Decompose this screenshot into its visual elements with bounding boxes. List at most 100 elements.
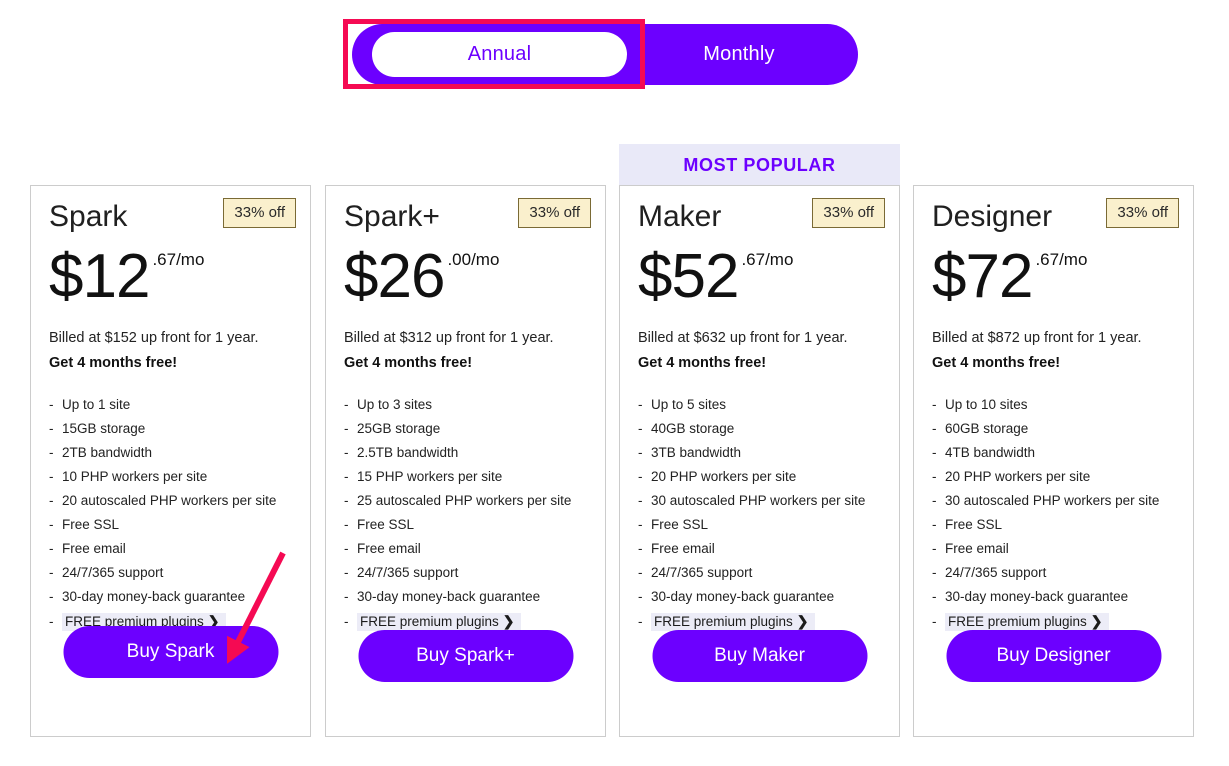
bullet-dash: - (49, 397, 54, 412)
bullet-dash: - (638, 589, 643, 604)
feature-label: 24/7/365 support (945, 565, 1047, 580)
feature-label: 20 autoscaled PHP workers per site (62, 493, 277, 508)
feature-label: 2.5TB bandwidth (357, 445, 459, 460)
card-header: Spark 33% off (31, 186, 310, 244)
feature-item: -40GB storage (638, 417, 899, 441)
bullet-dash: - (638, 445, 643, 460)
bullet-dash: - (344, 445, 349, 460)
feature-label: Free email (945, 541, 1009, 556)
feature-label: 2TB bandwidth (62, 445, 153, 460)
feature-list: - Up to 1 site -15GB storage -2TB bandwid… (31, 393, 310, 634)
chevron-right-icon: ❯ (502, 613, 515, 629)
months-free-note: Get 4 months free! (344, 355, 473, 371)
free-premium-plugins-link[interactable]: FREE premium plugins ❯ (945, 613, 1109, 631)
bullet-dash: - (638, 614, 643, 629)
buy-button-spark[interactable]: Buy Spark (63, 626, 278, 678)
chevron-right-icon: ❯ (796, 613, 809, 629)
feature-item: - Free email (344, 537, 605, 561)
toggle-option-annual[interactable]: Annual (372, 32, 627, 77)
bullet-dash: - (344, 493, 349, 508)
plugins-label: FREE premium plugins (654, 614, 793, 629)
bullet-dash: - (932, 493, 937, 508)
bullet-dash: - (49, 469, 54, 484)
feature-label: Up to 1 site (62, 397, 131, 412)
feature-item: -3TB bandwidth (638, 441, 899, 465)
price-cents: .67/mo (741, 250, 794, 269)
feature-label: 25GB storage (357, 421, 441, 436)
months-free-note: Get 4 months free! (638, 355, 767, 371)
bullet-dash: - (344, 421, 349, 436)
buy-button-designer[interactable]: Buy Designer (946, 630, 1161, 682)
feature-item: -10 PHP workers per site (49, 465, 310, 489)
plan-name: Designer (932, 200, 1053, 233)
bullet-dash: - (49, 421, 54, 436)
card-header: Spark+ 33% off (326, 186, 605, 244)
feature-item: -24/7/365 support (49, 561, 310, 585)
plan-name: Spark (49, 200, 128, 233)
plugins-label: FREE premium plugins (360, 614, 499, 629)
feature-item: - Up to 5 sites (638, 393, 899, 417)
feature-label: Free SSL (945, 517, 1003, 532)
feature-label: 30-day money-back guarantee (945, 589, 1129, 604)
feature-item: - Free SSL (932, 513, 1193, 537)
bullet-dash: - (932, 421, 937, 436)
feature-label: 20 PHP workers per site (945, 469, 1091, 484)
feature-label: Free email (651, 541, 715, 556)
feature-label: 3TB bandwidth (651, 445, 742, 460)
feature-label: 20 PHP workers per site (651, 469, 797, 484)
feature-label: 30-day money-back guarantee (62, 589, 246, 604)
feature-item: -30 autoscaled PHP workers per site (932, 489, 1193, 513)
buy-button-maker[interactable]: Buy Maker (652, 630, 867, 682)
plugins-label: FREE premium plugins (948, 614, 1087, 629)
feature-label: 30 autoscaled PHP workers per site (651, 493, 866, 508)
price-cents: .67/mo (1035, 250, 1088, 269)
bullet-dash: - (344, 614, 349, 629)
price-row: $26.00/mo (344, 246, 605, 308)
price-amount: $26 (344, 242, 445, 311)
billing-period-toggle[interactable]: Annual Monthly (352, 24, 858, 85)
feature-item: - Free SSL (49, 513, 310, 537)
discount-badge: 33% off (518, 198, 591, 228)
discount-badge: 33% off (1106, 198, 1179, 228)
bullet-dash: - (932, 614, 937, 629)
price-row: $52.67/mo (638, 246, 899, 308)
feature-item: - Free SSL (638, 513, 899, 537)
plan-name: Maker (638, 200, 722, 233)
price-row: $12.67/mo (49, 246, 310, 308)
feature-item: - Up to 10 sites (932, 393, 1193, 417)
discount-badge: 33% off (223, 198, 296, 228)
bullet-dash: - (49, 614, 54, 629)
feature-item: - Up to 3 sites (344, 393, 605, 417)
bullet-dash: - (49, 589, 54, 604)
feature-item: -2TB bandwidth (49, 441, 310, 465)
price-cents: .67/mo (152, 250, 205, 269)
feature-item: -24/7/365 support (932, 561, 1193, 585)
buy-button-spark-plus[interactable]: Buy Spark+ (358, 630, 573, 682)
feature-list: - Up to 10 sites -60GB storage -4TB bandw… (914, 393, 1193, 634)
toggle-option-monthly[interactable]: Monthly (644, 24, 834, 85)
feature-item: -20 PHP workers per site (932, 465, 1193, 489)
bullet-dash: - (638, 493, 643, 508)
feature-label: 30-day money-back guarantee (357, 589, 541, 604)
bullet-dash: - (932, 541, 937, 556)
free-premium-plugins-link[interactable]: FREE premium plugins ❯ (357, 613, 521, 631)
feature-item: -20 PHP workers per site (638, 465, 899, 489)
billed-note: Billed at $312 up front for 1 year. (344, 330, 554, 346)
billed-note: Billed at $152 up front for 1 year. (49, 330, 259, 346)
feature-item: -30-day money-back guarantee (638, 585, 899, 609)
feature-item: - Free email (932, 537, 1193, 561)
bullet-dash: - (49, 565, 54, 580)
feature-item: -30-day money-back guarantee (932, 585, 1193, 609)
feature-item: - Free email (49, 537, 310, 561)
bullet-dash: - (344, 397, 349, 412)
bullet-dash: - (49, 493, 54, 508)
price-amount: $12 (49, 242, 150, 311)
feature-label: 25 autoscaled PHP workers per site (357, 493, 572, 508)
feature-label: 4TB bandwidth (945, 445, 1036, 460)
feature-label: Free email (62, 541, 126, 556)
feature-label: 24/7/365 support (357, 565, 459, 580)
bullet-dash: - (344, 565, 349, 580)
feature-item: -25GB storage (344, 417, 605, 441)
free-premium-plugins-link[interactable]: FREE premium plugins ❯ (651, 613, 815, 631)
feature-list: - Up to 3 sites -25GB storage -2.5TB band… (326, 393, 605, 634)
